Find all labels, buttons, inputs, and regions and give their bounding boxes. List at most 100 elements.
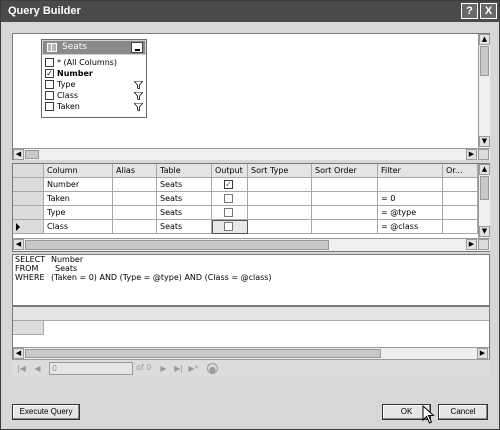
grid-header-sort-type[interactable]: Sort Type	[248, 164, 312, 178]
output-checkbox[interactable]	[224, 208, 233, 217]
help-button[interactable]: ?	[461, 3, 478, 19]
grid-cell-sort-order[interactable]	[312, 178, 378, 192]
table-widget-name: Seats	[62, 42, 87, 52]
grid-row-header[interactable]	[13, 192, 44, 206]
grid-cell-table[interactable]: Seats	[157, 178, 212, 192]
grid-cell-or[interactable]	[443, 178, 478, 192]
sql-where-value: (Taken = 0) AND (Type = @type) AND (Clas…	[51, 273, 272, 282]
grid-cell-column[interactable]: Class	[44, 220, 113, 234]
results-horizontal-scrollbar[interactable]: ◀ ▶	[13, 347, 489, 359]
sql-pane[interactable]: SELECT Number FROM Seats WHERE (Taken = …	[12, 254, 490, 306]
grid-header-column[interactable]: Column	[44, 164, 113, 178]
grid-cell-alias[interactable]	[113, 206, 157, 220]
grid-cell-sort-order[interactable]	[312, 192, 378, 206]
field-row-number[interactable]: ✓ Number	[45, 69, 143, 79]
stop-icon[interactable]: ●	[207, 363, 218, 374]
grid-cell-or[interactable]	[443, 220, 478, 234]
grid-header-table[interactable]: Table	[157, 164, 212, 178]
scroll-right-icon[interactable]: ▶	[477, 348, 488, 359]
last-record-icon[interactable]: ▶|	[173, 363, 184, 374]
cancel-button[interactable]: Cancel	[438, 404, 488, 420]
scroll-left-icon[interactable]: ◀	[13, 348, 24, 359]
grid-cell-or[interactable]	[443, 192, 478, 206]
grid-cell-table[interactable]: Seats	[157, 192, 212, 206]
first-record-icon[interactable]: |◀	[16, 363, 27, 374]
grid-cell-alias[interactable]	[113, 192, 157, 206]
scroll-up-icon[interactable]: ▲	[479, 34, 490, 45]
new-record-icon[interactable]: ▶*	[188, 363, 199, 374]
grid-cell-filter[interactable]	[378, 178, 443, 192]
criteria-grid[interactable]: Column Alias Table Output Sort Type Sort…	[12, 163, 490, 252]
field-row-type[interactable]: Type	[45, 80, 143, 90]
grid-vertical-scrollbar[interactable]: ▲ ▼	[478, 164, 490, 238]
grid-cell-filter[interactable]: = @type	[378, 206, 443, 220]
close-button[interactable]: X	[480, 3, 497, 19]
field-row-taken[interactable]: Taken	[45, 102, 143, 112]
grid-cell-output[interactable]	[212, 192, 248, 206]
scroll-left-icon[interactable]: ◀	[13, 239, 24, 250]
grid-cell-filter[interactable]: = @class	[378, 220, 443, 234]
grid-cell-column[interactable]: Taken	[44, 192, 113, 206]
grid-cell-sort-order[interactable]	[312, 206, 378, 220]
scroll-corner	[478, 239, 489, 250]
next-record-icon[interactable]: ▶	[158, 363, 169, 374]
grid-cell-sort-type[interactable]	[248, 192, 312, 206]
grid-header-sort-order[interactable]: Sort Order	[312, 164, 378, 178]
field-row-all-columns[interactable]: * (All Columns)	[45, 58, 143, 68]
scroll-up-icon[interactable]: ▲	[479, 164, 490, 175]
scroll-right-icon[interactable]: ▶	[466, 239, 477, 250]
field-checkbox[interactable]	[45, 102, 54, 111]
grid-cell-output-selected[interactable]	[212, 220, 248, 234]
scroll-thumb[interactable]	[480, 46, 489, 76]
field-checkbox[interactable]	[45, 80, 54, 89]
grid-cell-alias[interactable]	[113, 178, 157, 192]
grid-row-header[interactable]	[13, 178, 44, 192]
grid-row-header-current[interactable]	[13, 220, 44, 234]
scroll-right-icon[interactable]: ▶	[466, 149, 477, 160]
record-position-input[interactable]: 0	[49, 362, 133, 375]
grid-cell-alias[interactable]	[113, 220, 157, 234]
field-checkbox[interactable]	[45, 91, 54, 100]
table-icon	[47, 43, 57, 52]
grid-cell-column[interactable]: Number	[44, 178, 113, 192]
grid-cell-output[interactable]: ✓	[212, 178, 248, 192]
diagram-horizontal-scrollbar[interactable]: ◀ ▶	[13, 148, 490, 160]
scroll-thumb[interactable]	[25, 240, 329, 250]
output-checkbox[interactable]	[224, 222, 233, 231]
field-checkbox[interactable]	[45, 58, 54, 67]
grid-header-or[interactable]: Or...	[443, 164, 478, 178]
field-row-class[interactable]: Class	[45, 91, 143, 101]
field-checkbox[interactable]: ✓	[45, 69, 54, 78]
grid-header-filter[interactable]: Filter	[378, 164, 443, 178]
grid-header-output[interactable]: Output	[212, 164, 248, 178]
diagram-vertical-scrollbar[interactable]: ▲ ▼	[478, 34, 490, 148]
grid-cell-sort-type[interactable]	[248, 220, 312, 234]
scroll-thumb[interactable]	[480, 176, 489, 200]
scroll-left-icon[interactable]: ◀	[13, 149, 24, 160]
previous-record-icon[interactable]: ◀	[32, 363, 43, 374]
grid-cell-column[interactable]: Type	[44, 206, 113, 220]
diagram-pane[interactable]: Seats * (All Columns) ✓ Number Type Clas…	[12, 33, 490, 160]
grid-cell-or[interactable]	[443, 206, 478, 220]
grid-horizontal-scrollbar[interactable]: ◀ ▶	[13, 238, 490, 251]
scroll-thumb[interactable]	[25, 349, 381, 358]
table-widget-seats[interactable]: Seats * (All Columns) ✓ Number Type Clas…	[41, 39, 147, 118]
grid-cell-table[interactable]: Seats	[157, 220, 212, 234]
grid-cell-filter[interactable]: = 0	[378, 192, 443, 206]
minimize-icon[interactable]	[131, 42, 143, 53]
output-checkbox[interactable]	[224, 194, 233, 203]
scroll-down-icon[interactable]: ▼	[479, 226, 490, 237]
grid-cell-sort-order[interactable]	[312, 220, 378, 234]
record-count-label: of 0	[136, 363, 152, 372]
table-widget-header[interactable]: Seats	[42, 40, 146, 55]
scroll-down-icon[interactable]: ▼	[479, 136, 490, 147]
grid-cell-sort-type[interactable]	[248, 206, 312, 220]
grid-cell-sort-type[interactable]	[248, 178, 312, 192]
scroll-thumb[interactable]	[25, 150, 39, 159]
execute-query-button[interactable]: Execute Query	[12, 404, 80, 420]
grid-row-header[interactable]	[13, 206, 44, 220]
grid-header-alias[interactable]: Alias	[113, 164, 157, 178]
output-checkbox[interactable]: ✓	[224, 180, 233, 189]
grid-cell-table[interactable]: Seats	[157, 206, 212, 220]
grid-cell-output[interactable]	[212, 206, 248, 220]
